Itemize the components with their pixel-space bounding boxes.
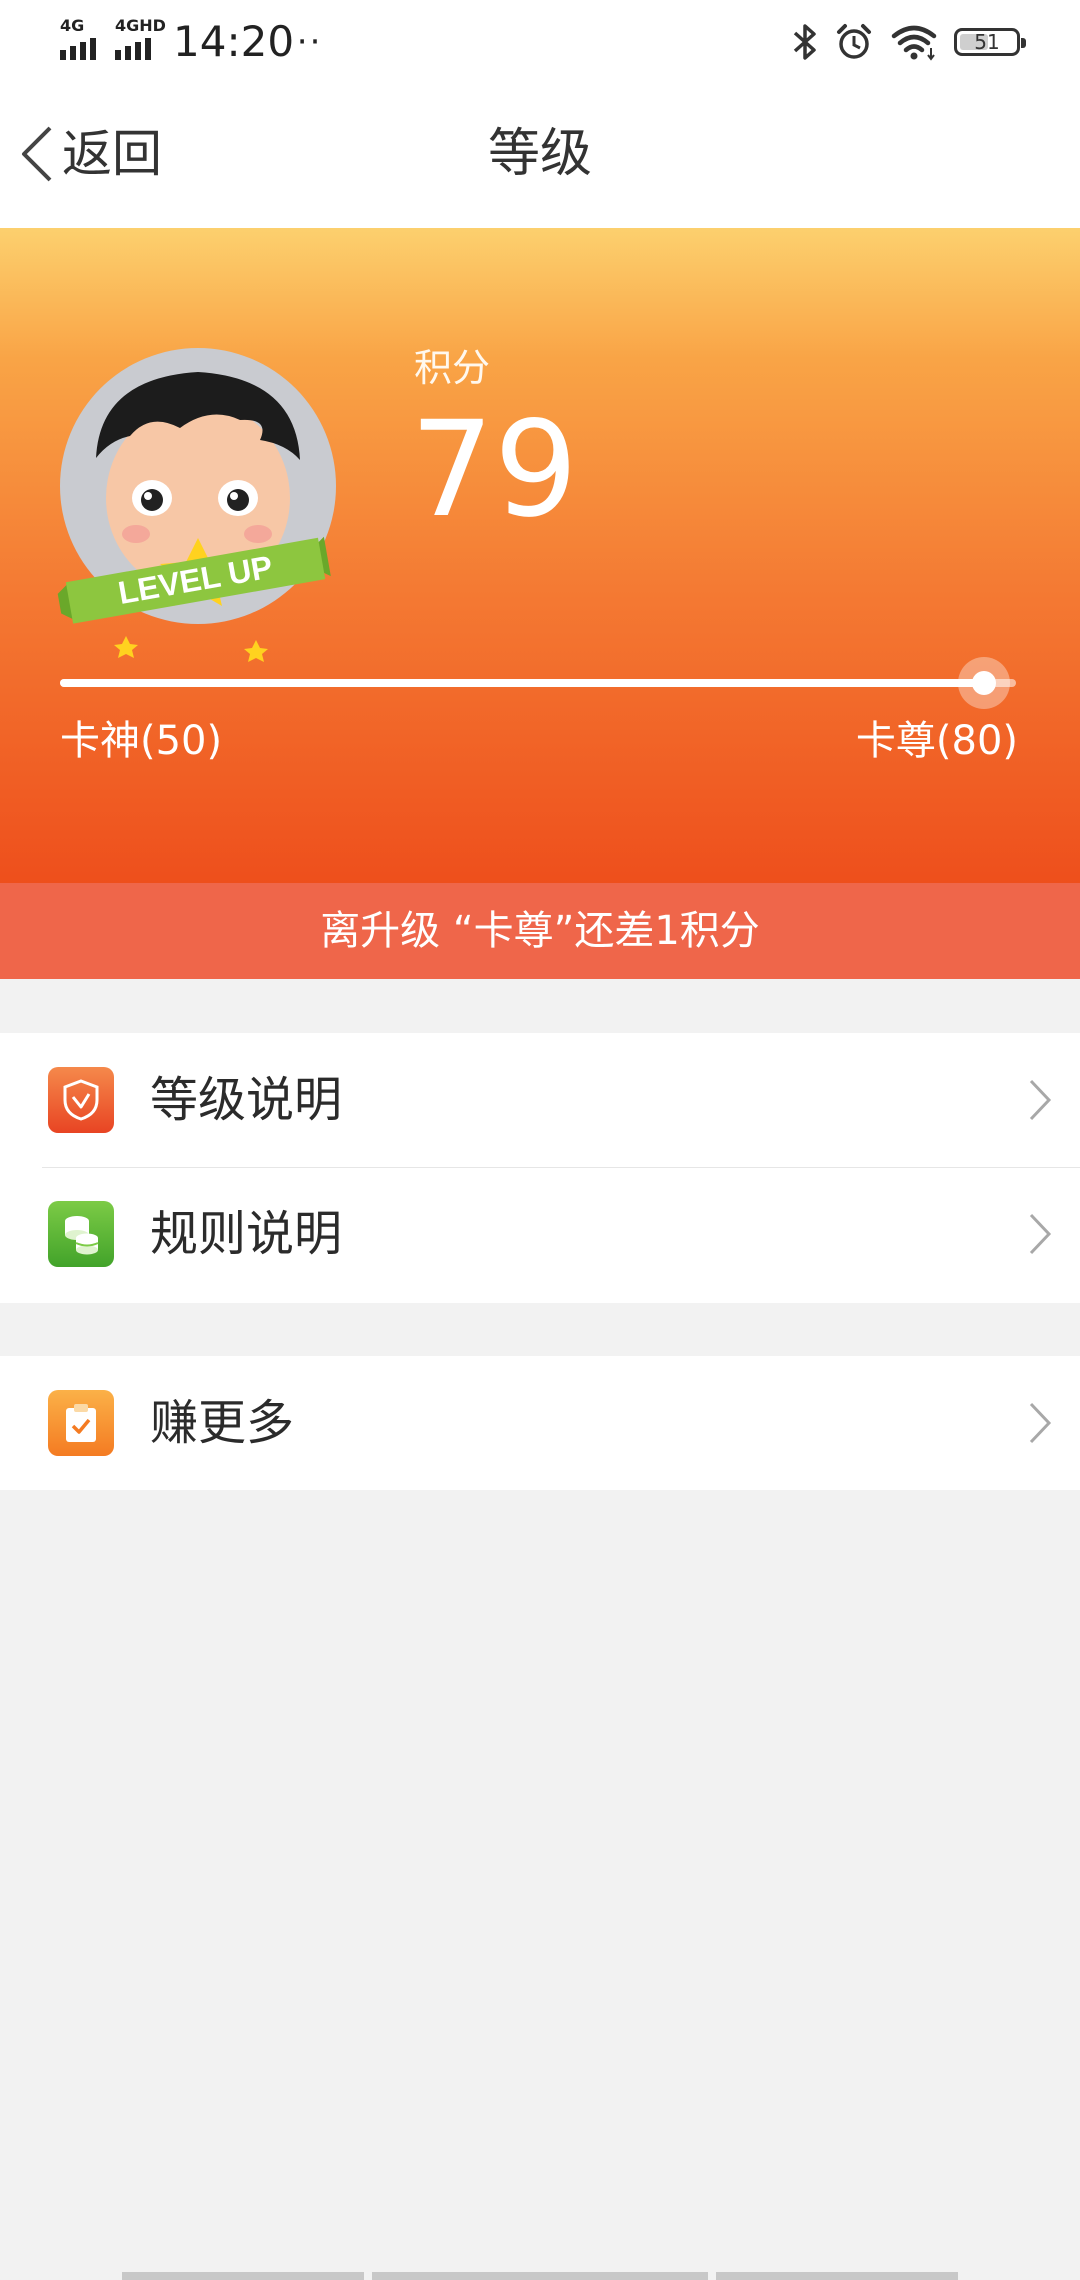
progress-thumb: [958, 657, 1011, 709]
menu-group-earn: 赚更多: [0, 1356, 1080, 1490]
signal-4ghd-icon: 4GHD: [115, 18, 166, 60]
signal-label-1: 4G: [60, 16, 85, 35]
bottom-gesture-bar: [0, 2268, 1080, 2280]
upgrade-banner: 离升级 “卡尊”还差1积分: [0, 883, 1080, 979]
points-label: 积分: [414, 346, 491, 390]
status-time: 14:20: [173, 17, 295, 66]
menu-group-info: 等级说明 规则说明: [0, 1033, 1080, 1303]
points-value: 79: [410, 393, 578, 547]
chevron-right-icon: [1029, 1079, 1052, 1121]
menu-item-earn-more[interactable]: 赚更多: [0, 1356, 1080, 1490]
menu-item-rules-description[interactable]: 规则说明: [0, 1167, 1080, 1301]
level-progress-bar: [60, 657, 1016, 709]
wifi-icon: [891, 25, 937, 61]
nav-bar: 返回 等级: [0, 82, 1080, 228]
signal-4g-icon: 4G: [60, 18, 96, 60]
current-level-label: 卡神(50): [60, 718, 223, 764]
alarm-icon: [837, 24, 871, 59]
battery-level: 51: [974, 30, 1000, 54]
avatar[interactable]: LEVEL UP: [57, 348, 336, 662]
chevron-right-icon: [1029, 1213, 1052, 1255]
chevron-right-icon: [1029, 1402, 1052, 1444]
signal-label-2: 4GHD: [115, 16, 166, 35]
status-bar: 4G 4GHD 14:20 ··· 51: [0, 0, 1080, 82]
battery-icon: 51: [954, 28, 1026, 56]
menu-item-label: 赚更多: [150, 1395, 295, 1451]
menu-item-label: 等级说明: [150, 1072, 343, 1128]
page-title: 等级: [487, 124, 592, 184]
menu-item-level-description[interactable]: 等级说明: [0, 1033, 1080, 1167]
next-level-label: 卡尊(80): [855, 718, 1018, 764]
level-hero: LEVEL UP 积分 79 卡神(50) 卡尊(80): [0, 228, 1080, 883]
avatar-level-up-icon: LEVEL UP: [57, 348, 336, 662]
menu-item-label: 规则说明: [150, 1206, 343, 1262]
progress-fill: [60, 679, 985, 687]
clipboard-check-icon: [48, 1390, 114, 1456]
bluetooth-icon: [793, 24, 816, 60]
coin-stack-icon: [48, 1201, 114, 1267]
shield-check-icon: [48, 1067, 114, 1133]
status-more-icon: ···: [284, 22, 323, 62]
